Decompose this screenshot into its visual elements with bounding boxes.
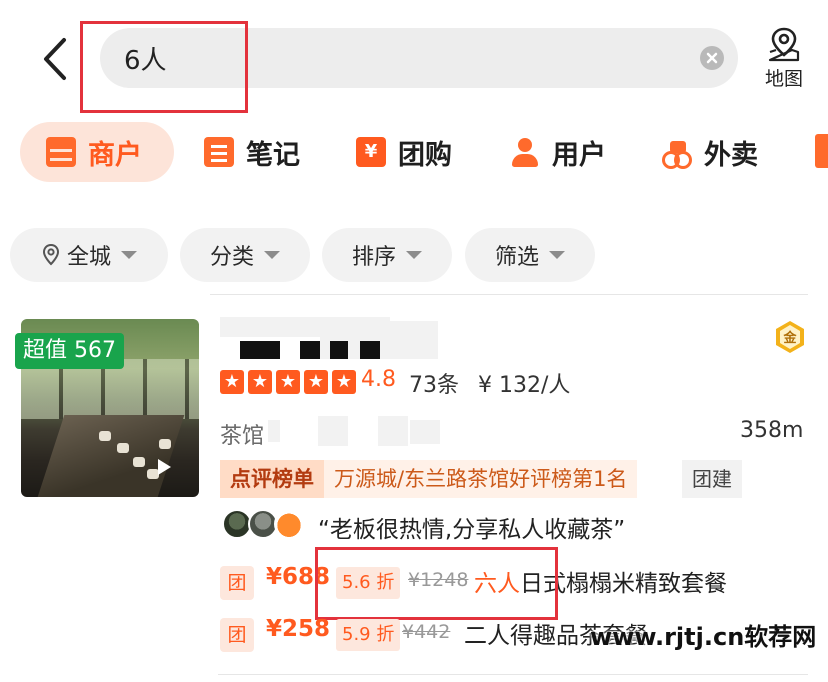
- redacted-area: [268, 420, 280, 442]
- review-count[interactable]: 73条: [409, 367, 459, 399]
- annotation-box-search: [80, 21, 248, 113]
- map-label: 地图: [764, 68, 803, 90]
- filter-area[interactable]: 全城: [10, 228, 168, 282]
- filter-label: 排序: [351, 245, 396, 270]
- redacted-area: [378, 416, 408, 446]
- team-building-tag: 团建: [682, 460, 742, 498]
- filter-category[interactable]: 分类: [180, 228, 310, 282]
- avg-price: ¥ 132/人: [478, 373, 571, 398]
- ranking-tag[interactable]: 点评榜单 万源城/东兰路茶馆好评榜第1名: [220, 460, 638, 498]
- tab-label: 用户: [552, 139, 606, 171]
- ranking-label: 点评榜单: [220, 460, 324, 498]
- rating-score: 4.8: [361, 367, 396, 392]
- star-icon: ★: [304, 370, 328, 394]
- review-quote: “老板很热情,分享私人收藏茶”: [318, 517, 626, 543]
- map-pin-icon: [768, 27, 800, 62]
- tab-label: 外卖: [704, 139, 758, 171]
- play-icon[interactable]: [158, 459, 171, 475]
- user-icon: [510, 137, 540, 167]
- tab-notes[interactable]: 笔记: [204, 122, 300, 182]
- back-arrow-icon[interactable]: [38, 36, 72, 82]
- group-buy-badge: 团: [220, 618, 254, 652]
- shop-name-redacted[interactable]: [220, 317, 600, 361]
- tab-label: 商户: [88, 139, 142, 171]
- group-buy-icon: ¥: [356, 137, 386, 167]
- redacted-area: [318, 416, 348, 446]
- redacted-area: [410, 420, 440, 444]
- star-rating: ★ ★ ★ ★ ★: [220, 370, 356, 394]
- category-tabs: 商户 笔记 ¥ 团购 用户 外卖: [0, 120, 828, 186]
- deal-original-price: ¥442: [402, 621, 451, 643]
- gold-badge-text: 金: [782, 330, 797, 346]
- overflow-tab-icon[interactable]: [815, 134, 828, 168]
- star-icon: ★: [276, 370, 300, 394]
- deal-price: ¥258: [266, 616, 331, 642]
- tab-group-buy[interactable]: ¥ 团购: [356, 122, 452, 182]
- tab-merchants[interactable]: 商户: [20, 122, 174, 182]
- close-icon: [706, 52, 718, 64]
- filter-sort[interactable]: 排序: [322, 228, 452, 282]
- note-icon: [204, 137, 234, 167]
- ranking-text: 万源城/东兰路茶馆好评榜第1名: [324, 460, 638, 498]
- chevron-down-icon: [264, 251, 280, 259]
- filter-more[interactable]: 筛选: [465, 228, 595, 282]
- filter-label: 筛选: [494, 245, 539, 270]
- watermark: www.rjtj.cn软荐网: [590, 623, 817, 651]
- clear-search-button[interactable]: [700, 46, 724, 70]
- distance: 358m: [740, 418, 804, 443]
- group-buy-badge: 团: [220, 566, 254, 600]
- divider: [218, 674, 808, 675]
- chevron-down-icon: [549, 251, 565, 259]
- filter-label: 分类: [209, 245, 254, 270]
- deal-discount: 5.9 折: [336, 619, 401, 651]
- tab-delivery[interactable]: 外卖: [662, 122, 758, 182]
- tab-label: 笔记: [246, 139, 300, 171]
- location-pin-icon: [42, 243, 59, 266]
- gold-merchant-badge-icon: 金: [776, 321, 804, 353]
- tab-label: 团购: [398, 139, 452, 171]
- map-button[interactable]: 地图: [756, 26, 812, 92]
- star-icon: ★: [248, 370, 272, 394]
- chevron-down-icon: [121, 251, 137, 259]
- store-icon: [46, 137, 76, 167]
- filter-label: 全城: [66, 245, 111, 270]
- star-icon: ★: [220, 370, 244, 394]
- annotation-box-deal: [315, 547, 558, 620]
- promo-badge: 超值 567: [15, 333, 124, 369]
- star-icon: ★: [332, 370, 356, 394]
- shop-category: 茶馆: [220, 424, 265, 449]
- reviewer-avatars: [222, 509, 308, 541]
- avatar: [274, 509, 304, 539]
- delivery-icon: [662, 137, 692, 169]
- divider: [210, 294, 808, 295]
- tab-users[interactable]: 用户: [510, 122, 606, 182]
- chevron-down-icon: [406, 251, 422, 259]
